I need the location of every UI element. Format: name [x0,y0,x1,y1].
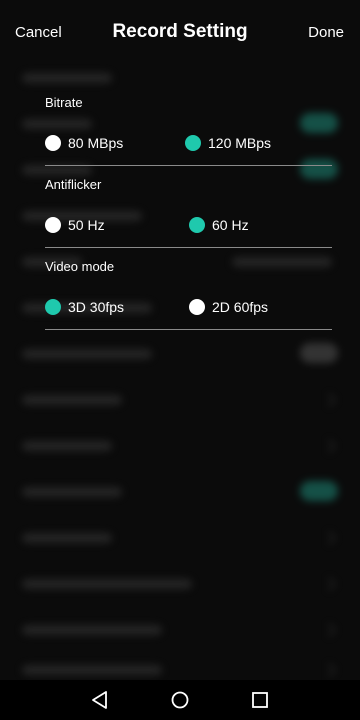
radio-unselected-icon[interactable] [189,299,205,315]
option-label: 120 MBps [208,135,272,151]
divider [45,165,332,166]
bitrate-label: Bitrate [45,95,83,110]
header: Cancel Record Setting Done [0,0,360,64]
bg-row [22,389,338,411]
divider [45,247,332,248]
back-icon[interactable] [88,688,112,712]
option-label: 50 Hz [68,217,105,233]
video-mode-option-2d[interactable]: 2D 60fps [189,297,268,317]
home-icon[interactable] [168,688,192,712]
page-title: Record Setting [112,21,248,42]
bg-row [22,435,338,457]
antiflicker-label: Antiflicker [45,177,102,192]
bg-row [22,343,338,365]
option-label: 60 Hz [212,217,249,233]
bg-row [22,573,338,595]
bg-row [22,481,338,503]
bitrate-option-120[interactable]: 120 MBps [185,133,271,153]
video-mode-option-3d[interactable]: 3D 30fps [45,297,124,317]
bg-row [22,527,338,549]
bitrate-option-80[interactable]: 80 MBps [45,133,123,153]
option-label: 2D 60fps [212,299,269,315]
radio-unselected-icon[interactable] [45,135,61,151]
navigation-bar [0,680,360,720]
bg-row [22,113,338,135]
bg-row [22,659,338,681]
divider [45,329,332,330]
option-label: 80 MBps [68,135,124,151]
radio-unselected-icon[interactable] [45,217,61,233]
antiflicker-option-60[interactable]: 60 Hz [189,215,249,235]
radio-selected-icon[interactable] [45,299,61,315]
antiflicker-option-50[interactable]: 50 Hz [45,215,105,235]
option-label: 3D 30fps [68,299,125,315]
bg-row [22,619,338,641]
bg-row [22,67,338,89]
radio-selected-icon[interactable] [189,217,205,233]
radio-selected-icon[interactable] [185,135,201,151]
done-button[interactable]: Done [308,24,344,41]
recents-icon[interactable] [248,688,272,712]
video-mode-label: Video mode [45,259,115,274]
